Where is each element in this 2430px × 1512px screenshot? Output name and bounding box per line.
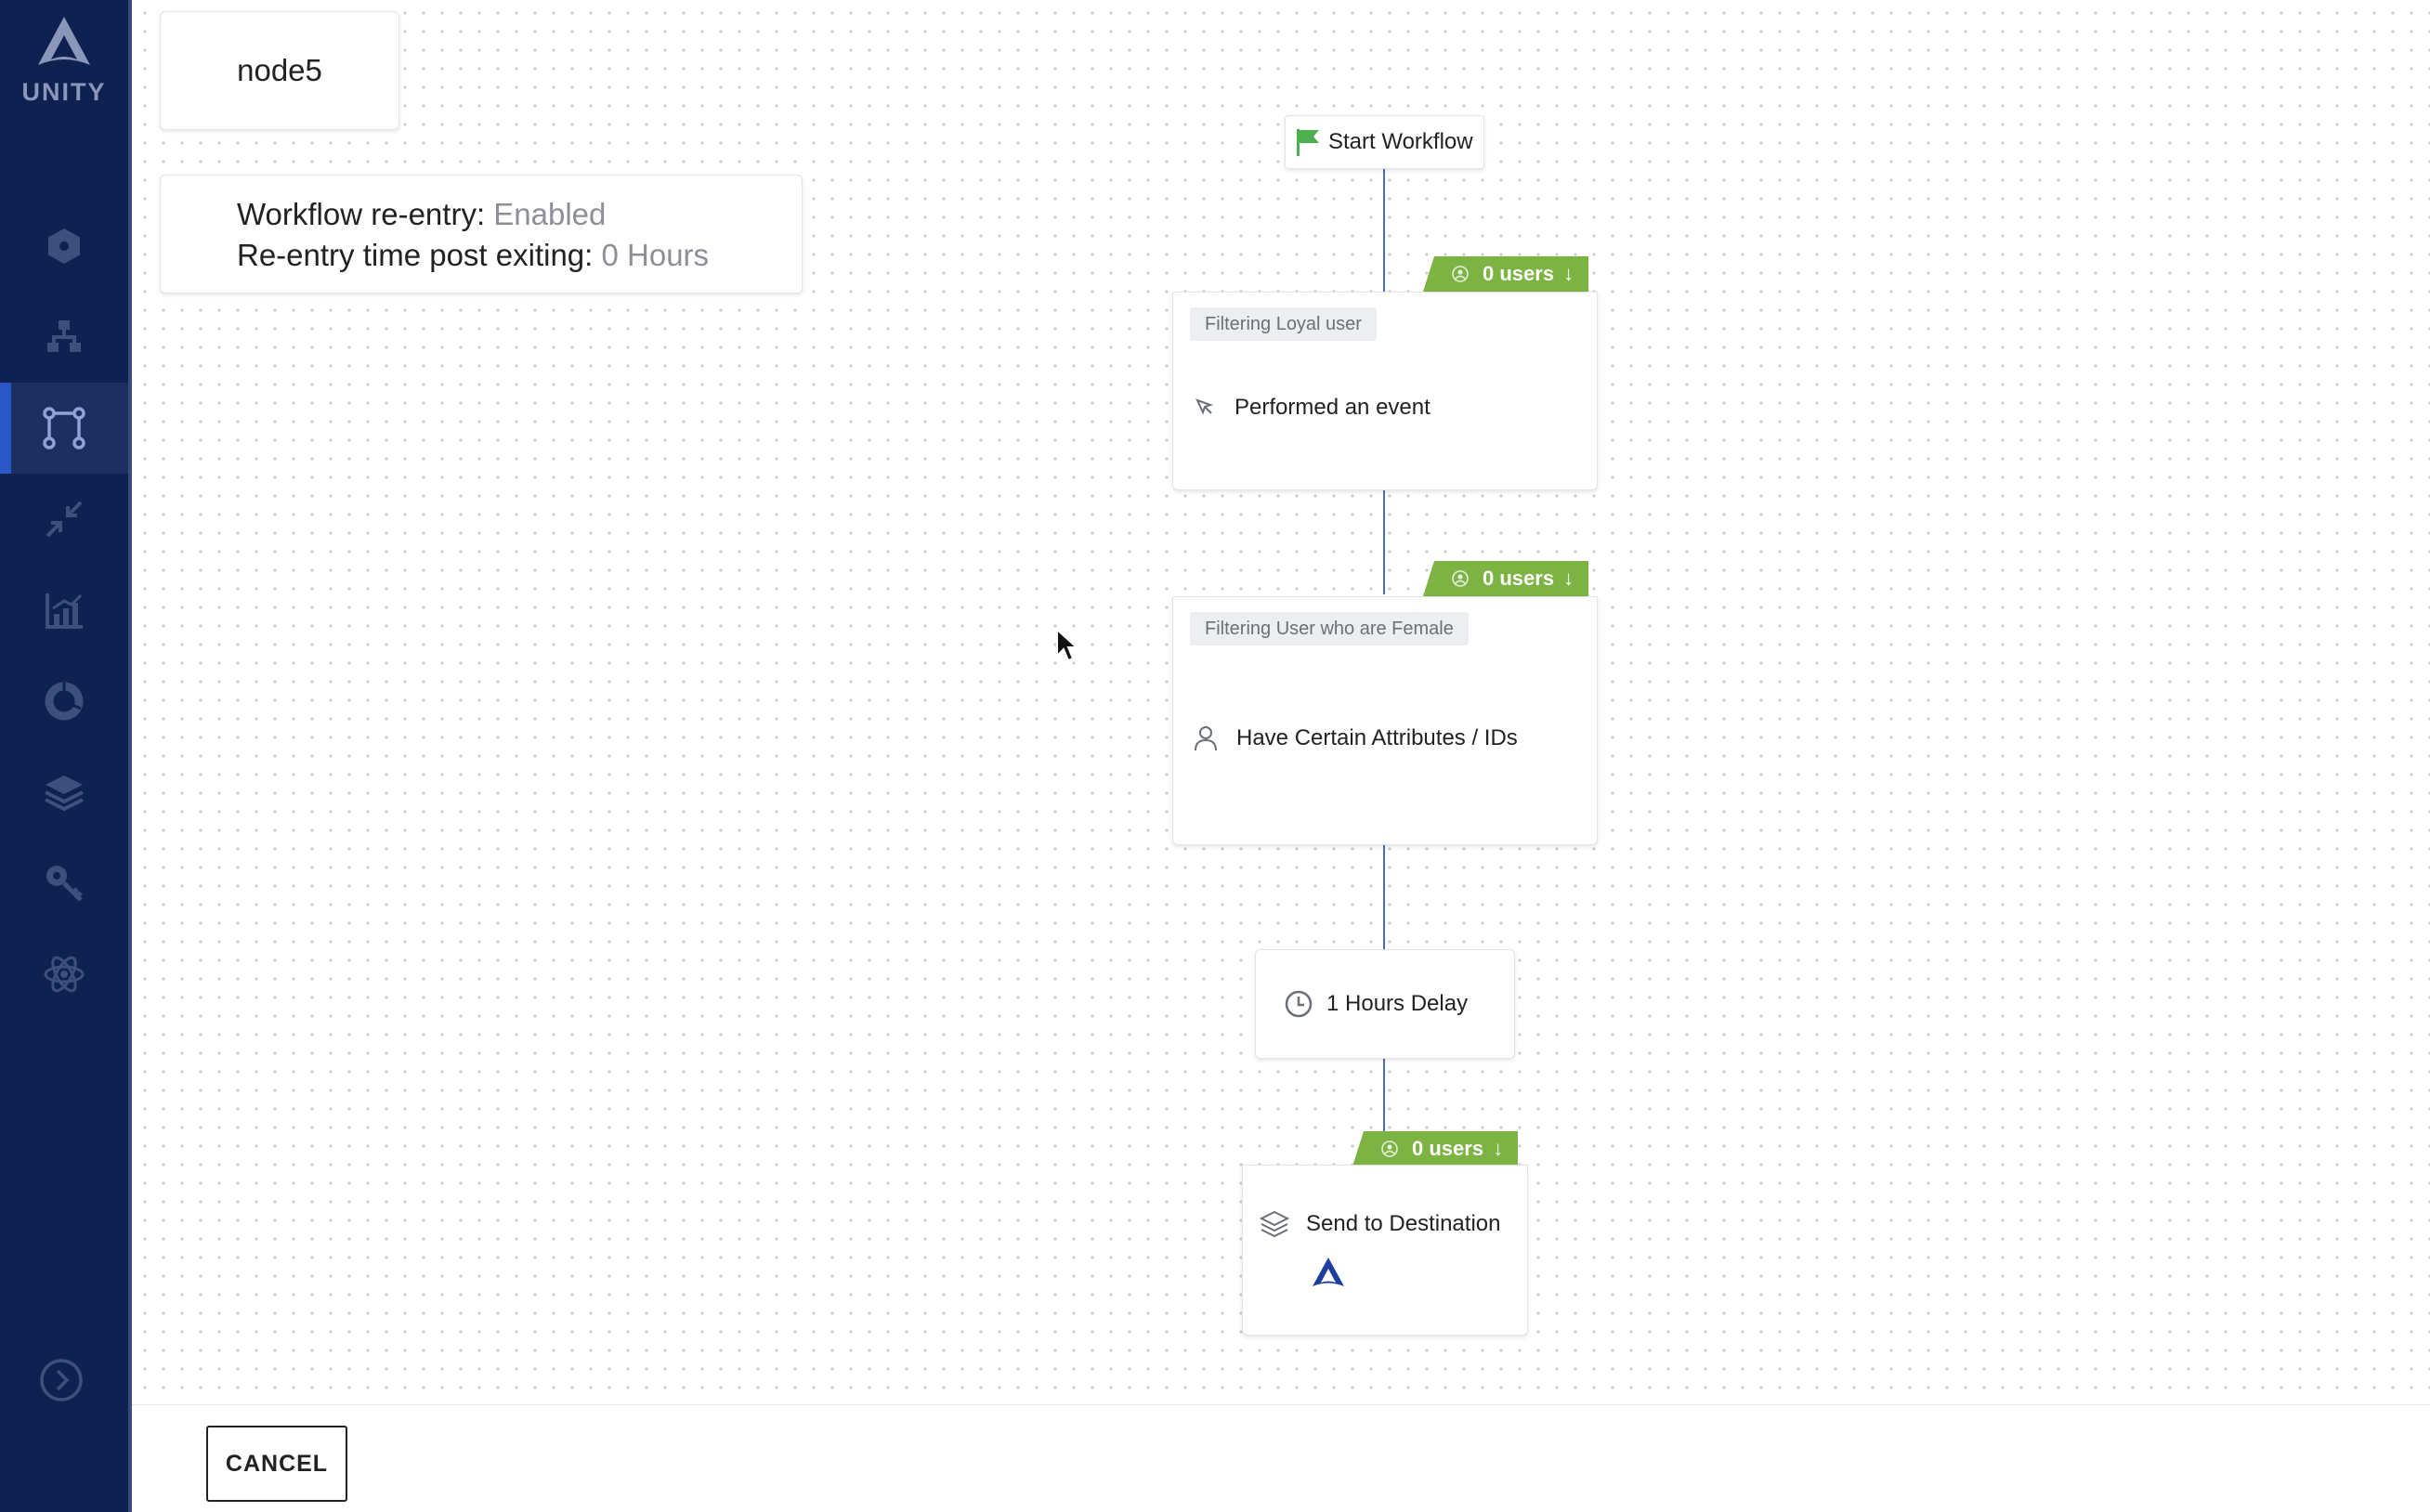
filter-condition: Have Certain Attributes / IDs xyxy=(1194,725,1518,751)
reentry-info-card: Workflow re-entry: Enabled Re-entry time… xyxy=(160,175,803,293)
destination-label: Send to Destination xyxy=(1306,1211,1501,1236)
connector-line xyxy=(1383,1059,1385,1131)
unity-logo-icon xyxy=(38,17,90,65)
users-count-badge[interactable]: 0 users ↓ xyxy=(1352,1131,1518,1167)
sidebar-item-workflow[interactable] xyxy=(0,383,128,474)
node-name: node5 xyxy=(237,53,322,87)
clock-icon xyxy=(1285,990,1313,1018)
sidebar: UNITY xyxy=(0,0,130,1512)
connector-line xyxy=(1383,490,1385,594)
node-name-card[interactable]: node5 xyxy=(160,11,399,130)
users-count-text: 0 users xyxy=(1483,567,1555,590)
sidebar-item-analytics[interactable] xyxy=(0,565,128,656)
user-circle-icon xyxy=(1452,266,1469,282)
filter-name: Filtering Loyal user xyxy=(1205,313,1362,334)
reentry-time-value: 0 Hours xyxy=(601,238,710,272)
donut-chart-icon xyxy=(45,682,84,721)
delay-node-card[interactable]: 1 Hours Delay xyxy=(1255,949,1515,1059)
sidebar-item-hierarchy[interactable] xyxy=(0,292,128,383)
sidebar-item-layers[interactable] xyxy=(0,747,128,838)
reentry-time-label: Re-entry time post exiting: xyxy=(237,238,602,272)
hierarchy-icon xyxy=(47,320,81,352)
users-count-badge[interactable]: 0 users ↓ xyxy=(1423,256,1588,292)
users-count-text: 0 users xyxy=(1483,262,1555,285)
sidebar-item-donut[interactable] xyxy=(0,656,128,747)
filter-name-tag: Filtering User who are Female xyxy=(1190,612,1469,645)
reentry-label: Workflow re-entry: xyxy=(237,197,494,231)
sidebar-item-merge[interactable] xyxy=(0,474,128,565)
delay-label: 1 Hours Delay xyxy=(1326,991,1469,1016)
hexagon-icon xyxy=(48,228,80,264)
person-icon xyxy=(1195,726,1217,751)
down-arrow-icon: ↓ xyxy=(1563,262,1574,285)
atom-icon xyxy=(44,956,85,993)
cursor-click-icon xyxy=(1195,398,1214,415)
destination-row: Send to Destination xyxy=(1260,1210,1500,1238)
reentry-time-line: Re-entry time post exiting: 0 Hours xyxy=(237,235,802,276)
users-count-text: 0 users xyxy=(1412,1137,1484,1160)
analytics-chart-icon xyxy=(46,593,83,629)
merge-arrows-icon xyxy=(46,501,83,538)
flag-icon xyxy=(1297,129,1319,156)
filter-condition-label: Have Certain Attributes / IDs xyxy=(1236,725,1518,750)
user-circle-icon xyxy=(1381,1141,1398,1157)
filter-condition-label: Performed an event xyxy=(1235,395,1431,420)
brand[interactable]: UNITY xyxy=(0,13,128,107)
users-count-badge[interactable]: 0 users ↓ xyxy=(1423,561,1588,596)
filter-node-card[interactable]: Filtering Loyal user Performed an event xyxy=(1172,292,1598,490)
user-circle-icon xyxy=(1452,570,1469,587)
sidebar-item-atom[interactable] xyxy=(0,929,128,1020)
down-arrow-icon: ↓ xyxy=(1563,567,1574,590)
footer-bar: CANCEL xyxy=(132,1404,2430,1512)
filter-name: Filtering User who are Female xyxy=(1205,618,1454,639)
filter-name-tag: Filtering Loyal user xyxy=(1190,307,1377,341)
sidebar-expand-button[interactable] xyxy=(38,1357,85,1403)
connector-line xyxy=(1383,169,1385,293)
key-search-icon xyxy=(46,866,83,902)
layers-icon xyxy=(1260,1210,1289,1238)
start-workflow-label: Start Workflow xyxy=(1328,129,1473,154)
reentry-value: Enabled xyxy=(493,197,607,231)
workflow-icon xyxy=(43,407,85,450)
filter-condition: Performed an event xyxy=(1194,395,1431,421)
unity-destination-logo-icon xyxy=(1313,1258,1344,1286)
reentry-line: Workflow re-entry: Enabled xyxy=(237,194,802,235)
sidebar-item-key-search[interactable] xyxy=(0,838,128,929)
destination-node-card[interactable]: Send to Destination xyxy=(1242,1165,1528,1336)
mouse-cursor-icon xyxy=(1056,628,1079,662)
down-arrow-icon: ↓ xyxy=(1493,1137,1504,1160)
sidebar-item-hexagon[interactable] xyxy=(0,201,128,292)
cancel-button[interactable]: CANCEL xyxy=(206,1426,347,1502)
brand-name: UNITY xyxy=(21,78,107,106)
chevron-right-circle-icon xyxy=(40,1359,83,1401)
layers-icon xyxy=(45,776,84,812)
connector-line xyxy=(1383,843,1385,949)
filter-node-card[interactable]: Filtering User who are Female Have Certa… xyxy=(1172,596,1598,845)
start-workflow-node[interactable]: Start Workflow xyxy=(1285,115,1484,169)
